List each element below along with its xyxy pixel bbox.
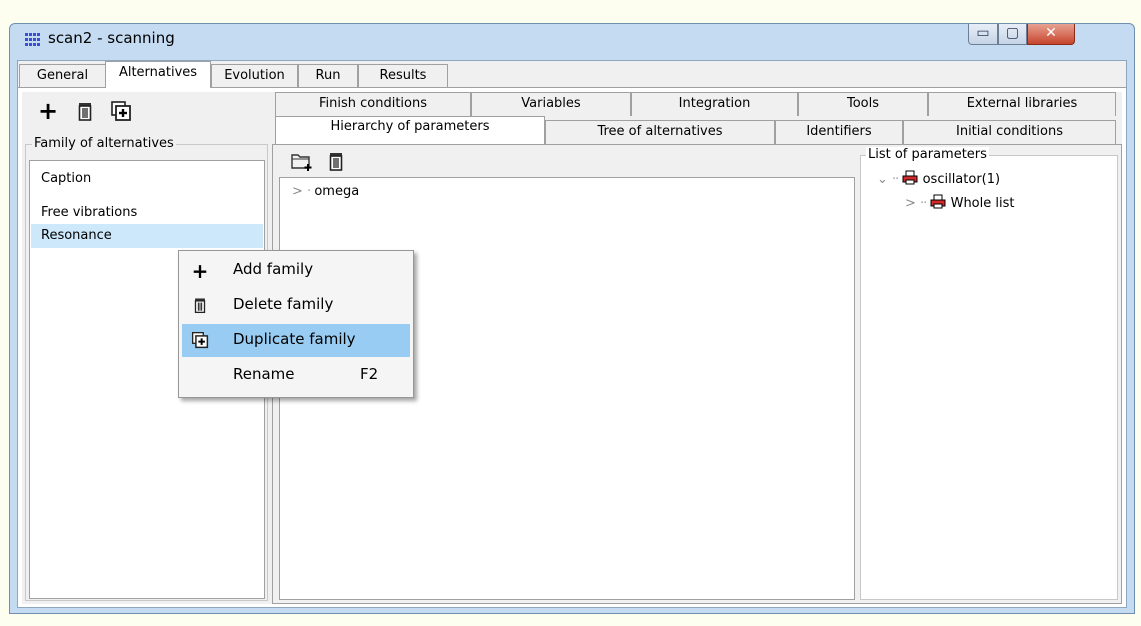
add-family-button[interactable]: + xyxy=(37,97,59,125)
menu-item-shortcut: F2 xyxy=(360,365,379,383)
minimize-icon: ▭ xyxy=(976,25,990,41)
chevron-right-icon[interactable]: > xyxy=(292,184,303,199)
chevron-down-icon[interactable]: ⌄ xyxy=(877,172,888,187)
tree-connector: ·· xyxy=(892,172,899,187)
app-grid-icon xyxy=(25,33,42,47)
window-title: scan2 - scanning xyxy=(48,29,175,47)
tree-row-whole-list[interactable]: > ·· Whole list xyxy=(905,194,1014,211)
tab-run[interactable]: Run xyxy=(298,64,358,87)
trash-icon xyxy=(78,103,92,121)
menu-item-label: Rename xyxy=(233,365,295,383)
tree-connector: · xyxy=(307,184,311,199)
duplicate-family-button[interactable] xyxy=(110,100,132,122)
printer-icon xyxy=(930,194,946,209)
list-item-free-vibrations[interactable]: Free vibrations xyxy=(31,201,263,225)
tab-evolution[interactable]: Evolution xyxy=(211,64,298,87)
list-item-caption[interactable]: Caption xyxy=(31,167,263,191)
tab-finish-conditions[interactable]: Finish conditions xyxy=(275,92,471,116)
parameters-group-label: List of parameters xyxy=(866,147,989,162)
chevron-right-icon[interactable]: > xyxy=(905,196,916,211)
tab-integration[interactable]: Integration xyxy=(631,92,798,116)
tab-alternatives[interactable]: Alternatives xyxy=(105,61,211,88)
new-folder-icon xyxy=(291,154,312,171)
duplicate-icon xyxy=(111,101,131,121)
menu-item-label: Delete family xyxy=(233,295,334,313)
trash-icon xyxy=(329,153,343,171)
title-bar[interactable]: scan2 - scanning ▭ ▢ ✕ xyxy=(10,24,1134,60)
tree-row-label: oscillator(1) xyxy=(922,172,1001,187)
parameters-list[interactable]: ⌄ ·· oscillator(1) > ·· Whole list xyxy=(860,155,1118,600)
tree-row-label: omega xyxy=(314,184,360,199)
family-context-menu: + Add family Delete family Duplicate fam… xyxy=(178,250,414,398)
close-icon: ✕ xyxy=(1045,25,1057,41)
tab-external-libraries[interactable]: External libraries xyxy=(928,92,1116,116)
trash-icon xyxy=(190,296,210,316)
tree-row-omega[interactable]: > · omega xyxy=(292,184,359,199)
menu-item-add-family[interactable]: + Add family xyxy=(182,254,410,287)
tree-row-oscillator[interactable]: ⌄ ·· oscillator(1) xyxy=(877,170,1000,187)
tab-initial-conditions[interactable]: Initial conditions xyxy=(903,120,1116,144)
minimize-button[interactable]: ▭ xyxy=(968,24,998,45)
menu-item-label: Add family xyxy=(233,260,314,278)
duplicate-icon xyxy=(190,331,210,351)
plus-icon: + xyxy=(191,259,209,283)
tab-tools[interactable]: Tools xyxy=(798,92,928,116)
menu-item-label: Duplicate family xyxy=(233,330,356,348)
tree-row-label: Whole list xyxy=(950,196,1015,211)
new-folder-button[interactable] xyxy=(291,151,313,175)
plus-icon: + xyxy=(37,97,59,125)
sub-tab-strip: Finish conditions Variables Integration … xyxy=(272,92,1122,146)
printer-icon xyxy=(902,170,918,185)
tab-results[interactable]: Results xyxy=(358,64,448,87)
menu-item-duplicate-family[interactable]: Duplicate family xyxy=(182,324,410,357)
close-button[interactable]: ✕ xyxy=(1027,24,1075,45)
tab-variables[interactable]: Variables xyxy=(471,92,631,116)
menu-item-rename[interactable]: Rename F2 xyxy=(182,359,410,392)
tab-hierarchy-of-parameters[interactable]: Hierarchy of parameters xyxy=(275,116,545,144)
maximize-button[interactable]: ▢ xyxy=(998,24,1027,45)
tab-tree-of-alternatives[interactable]: Tree of alternatives xyxy=(545,120,775,144)
tab-general[interactable]: General xyxy=(19,64,106,87)
bottom-strip xyxy=(0,616,1141,626)
delete-family-button[interactable] xyxy=(74,100,96,122)
maximize-icon: ▢ xyxy=(1005,25,1020,41)
tab-identifiers[interactable]: Identifiers xyxy=(775,120,903,144)
main-tab-strip: General Alternatives Evolution Run Resul… xyxy=(18,61,1126,88)
menu-item-delete-family[interactable]: Delete family xyxy=(182,289,410,322)
tree-connector: ·· xyxy=(920,196,927,211)
list-item-resonance[interactable]: Resonance xyxy=(31,224,263,248)
delete-parameter-button[interactable] xyxy=(325,150,347,176)
family-group-label: Family of alternatives xyxy=(32,136,176,151)
